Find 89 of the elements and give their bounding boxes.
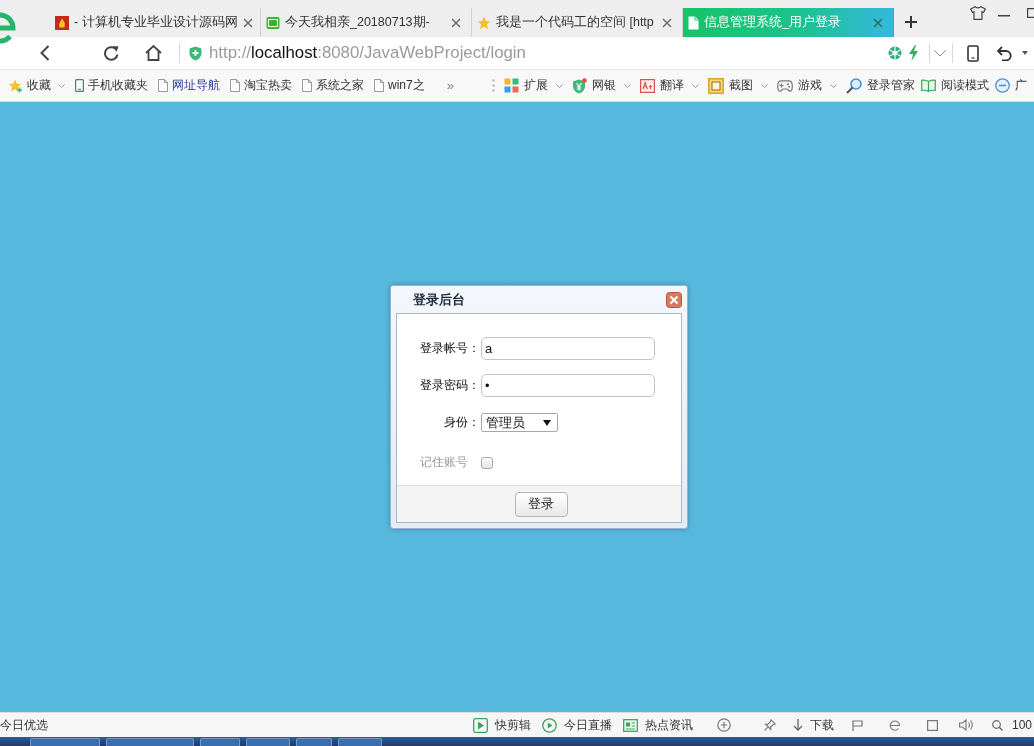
download-link[interactable]: 下载 (792, 716, 834, 734)
field-label: 登录帐号： (420, 340, 480, 357)
shirt-icon[interactable] (970, 6, 986, 20)
chevron-down-icon (555, 83, 563, 88)
page-icon (230, 79, 240, 92)
toolbar-button[interactable]: 网银 (571, 77, 634, 94)
caret-down-icon (543, 419, 551, 426)
back-icon[interactable] (40, 45, 50, 61)
search-icon[interactable] (991, 719, 1003, 731)
toolbar-button[interactable]: 翻译 (639, 77, 702, 94)
daily-picks-link[interactable]: 今日优选 (0, 716, 48, 734)
browser-logo-icon[interactable] (0, 10, 16, 46)
play-square-icon (472, 717, 488, 733)
bank-shield-icon (571, 77, 587, 94)
phone-icon (75, 79, 84, 92)
pin-icon[interactable] (763, 719, 776, 731)
close-icon[interactable] (662, 17, 672, 28)
status-link[interactable]: 快剪辑 (472, 716, 531, 734)
chevron-down-icon (623, 83, 631, 88)
status-link[interactable]: 热点资讯 (622, 716, 693, 734)
password-field[interactable]: • (481, 374, 655, 397)
news-icon (622, 717, 638, 733)
tablet-icon[interactable] (967, 44, 979, 62)
dialog-title: 登录后台 (413, 290, 465, 309)
star-icon (477, 15, 491, 30)
toolbar-button[interactable]: 广 (994, 77, 1027, 94)
home-icon[interactable] (145, 45, 162, 61)
toolbar-button[interactable]: 登录管家 (845, 77, 915, 94)
checkbox[interactable] (481, 456, 493, 469)
plus-icon[interactable] (905, 16, 917, 28)
bolt-icon[interactable] (908, 45, 919, 61)
reload-icon[interactable] (103, 44, 120, 62)
speaker-icon[interactable] (958, 719, 974, 731)
caret-down-icon[interactable] (1022, 51, 1028, 55)
close-icon[interactable] (666, 291, 682, 308)
play-circle-icon (541, 717, 557, 733)
status-link[interactable]: 今日直播 (541, 716, 612, 734)
picture-frame-icon (707, 77, 724, 94)
page-icon (302, 79, 312, 92)
flag-icon[interactable] (851, 719, 863, 731)
browser-e-icon[interactable] (888, 719, 901, 731)
toolbar-button[interactable]: 游戏 (776, 77, 840, 94)
chevron-down-icon (691, 83, 699, 88)
bookmark-link[interactable]: 手机收藏夹 (75, 77, 148, 94)
window-icon[interactable] (926, 719, 938, 731)
document-icon (688, 15, 699, 30)
aperture-icon[interactable] (888, 46, 902, 60)
close-icon[interactable] (873, 17, 883, 28)
gamepad-icon (776, 79, 793, 92)
page-icon (158, 79, 168, 92)
flame-tile-icon (55, 15, 69, 30)
close-icon[interactable] (451, 17, 461, 28)
color-grid-icon (503, 78, 519, 93)
open-book-icon (920, 79, 936, 92)
page-icon (374, 79, 384, 92)
address-field[interactable]: http://localhost:8080/JavaWebProject/login (209, 43, 888, 63)
star-plus-icon (8, 78, 23, 93)
more-bookmarks-button[interactable]: » (446, 78, 454, 93)
role-dropdown[interactable]: 管理员 (481, 413, 558, 432)
minimize-icon[interactable] (998, 15, 1010, 17)
bookmark-link[interactable]: 网址导航 (158, 77, 220, 94)
shield-icon (189, 45, 202, 61)
field-label: 身份： (444, 414, 480, 431)
chevron-down-icon (58, 83, 65, 88)
text-field[interactable]: a (481, 337, 655, 360)
toolbar-button[interactable]: 扩展 (503, 77, 566, 94)
download-arrow-icon (792, 719, 803, 731)
tv-icon (266, 15, 280, 30)
undo-icon[interactable] (997, 45, 1013, 61)
toolbar-button[interactable]: 阅读模式 (920, 77, 989, 94)
field-label: 登录密码： (420, 377, 480, 394)
chevron-down-icon (760, 83, 768, 88)
chevron-down-icon[interactable] (934, 49, 946, 57)
login-button[interactable]: 登录 (514, 491, 568, 517)
vertical-dots-icon[interactable] (491, 79, 495, 92)
translate-icon (639, 78, 655, 93)
zoom-level[interactable]: 100 (1011, 718, 1032, 732)
bookmark-link[interactable]: win7之 (374, 77, 425, 94)
magnifier-icon (845, 77, 862, 94)
bookmark-link[interactable]: 系统之家 (302, 77, 364, 94)
bookmark-link[interactable]: 收藏 (8, 77, 65, 94)
close-icon[interactable] (242, 17, 253, 28)
add-circle-icon[interactable] (716, 718, 731, 732)
minus-circle-icon (994, 78, 1010, 93)
toolbar-button[interactable]: 截图 (707, 77, 771, 94)
maximize-icon[interactable] (1027, 8, 1034, 18)
field-label: 记住账号 (420, 454, 468, 471)
bookmark-link[interactable]: 淘宝热卖 (230, 77, 292, 94)
chevron-down-icon (829, 83, 837, 88)
